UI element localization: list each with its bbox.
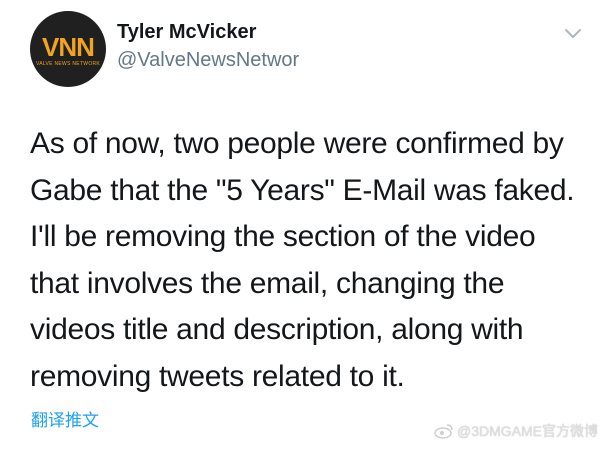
watermark: @3DMGAME官方微博 (434, 421, 598, 441)
translate-tweet-link[interactable]: 翻译推文 (31, 406, 99, 431)
author-handle[interactable]: @ValveNewsNetwor (117, 49, 299, 72)
tweet-text: As of now, two people were confirmed by … (30, 127, 575, 393)
avatar[interactable]: VNN VALVE NEWS NETWORK (30, 11, 106, 87)
avatar-subtitle: VALVE NEWS NETWORK (35, 61, 101, 67)
avatar-logo: VNN (42, 32, 95, 62)
weibo-icon (434, 424, 453, 439)
watermark-text: @3DMGAME官方微博 (457, 423, 598, 439)
author-name[interactable]: Tyler McVicker (117, 21, 256, 44)
chevron-down-icon[interactable] (564, 26, 582, 40)
